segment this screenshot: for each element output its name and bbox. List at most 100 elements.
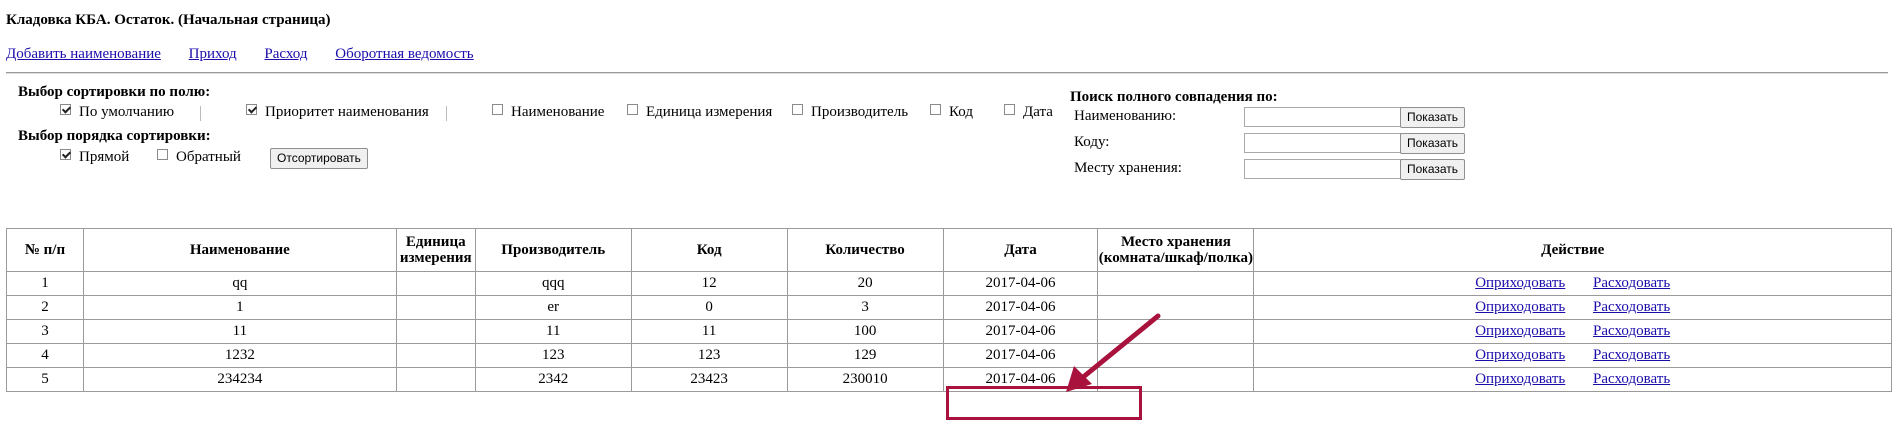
expense-link[interactable]: Расходовать (1593, 275, 1670, 291)
cell-actions: Оприходовать Расходовать (1253, 343, 1892, 368)
cell-maker: 2342 (474, 367, 632, 392)
sort-date-checkbox[interactable] (1004, 104, 1015, 115)
sort-reverse-label: Обратный (176, 149, 241, 165)
sort-button[interactable]: Отсортировать (270, 148, 368, 169)
search-place-input[interactable] (1244, 159, 1416, 179)
cell-date: 2017-04-06 (942, 343, 1099, 368)
table-row: 3 11 11 11 100 2017-04-06 Оприходовать Р… (6, 319, 1892, 344)
search-place-show-button[interactable]: Показать (1400, 159, 1466, 180)
cell-maker: 123 (474, 343, 632, 368)
sort-option-maker[interactable]: Производитель (792, 104, 908, 121)
sort-field-title: Выбор сортировки по полю: (18, 84, 211, 100)
cell-maker: 11 (474, 319, 632, 344)
cell-date: 2017-04-06 (942, 271, 1099, 296)
cell-code: 0 (630, 295, 788, 320)
sort-option-default[interactable]: По умолчанию (60, 104, 174, 121)
search-code-input[interactable] (1244, 133, 1416, 153)
sort-maker-checkbox[interactable] (792, 104, 803, 115)
search-place-label: Месту хранения: (1074, 160, 1182, 176)
cell-unit (395, 367, 476, 392)
cell-place (1097, 343, 1255, 368)
cell-place (1097, 295, 1255, 320)
sort-order-title: Выбор порядка сортировки: (18, 128, 211, 144)
sort-option-name-priority[interactable]: Приоритет наименования (246, 104, 429, 121)
sort-option-name[interactable]: Наименование (492, 104, 604, 121)
sort-name-priority-checkbox[interactable] (246, 104, 257, 115)
cell-number: 4 (6, 343, 84, 368)
sort-order-forward[interactable]: Прямой (60, 149, 129, 166)
income-link[interactable]: Оприходовать (1475, 299, 1565, 315)
cell-quantity: 3 (786, 295, 944, 320)
header-action: Действие (1253, 228, 1892, 272)
table-row: 5 234234 2342 23423 230010 2017-04-06 Оп… (6, 367, 1892, 392)
sort-forward-label: Прямой (79, 149, 130, 165)
income-link[interactable]: Оприходовать (1475, 371, 1565, 387)
cell-number: 5 (6, 367, 84, 392)
cell-number: 2 (6, 295, 84, 320)
page-title: Кладовка КБА. Остаток. (Начальная страни… (6, 12, 331, 28)
header-unit: Единица измерения (395, 228, 476, 272)
search-title: Поиск полного совпадения по: (1070, 89, 1278, 105)
table-row: 1 qq qqq 12 20 2017-04-06 Оприходовать Р… (6, 271, 1892, 296)
cell-name: 1 (82, 295, 397, 320)
expense-link[interactable]: Расходовать (1593, 323, 1670, 339)
cell-unit (395, 271, 476, 296)
income-link[interactable]: Оприходовать (1475, 275, 1565, 291)
cell-place (1097, 271, 1255, 296)
sort-default-label: По умолчанию (79, 104, 175, 120)
nav-income-link[interactable]: Приход (189, 46, 237, 62)
nav-bar: Добавить наименование Приход Расход Обор… (6, 46, 498, 63)
cell-name: qq (82, 271, 397, 296)
sort-option-unit[interactable]: Единица измерения (627, 104, 772, 121)
separator (446, 106, 447, 121)
header-place: Место хранения (комната/шкаф/полка) (1097, 228, 1255, 272)
nav-turnover-link[interactable]: Оборотная ведомость (335, 46, 473, 62)
sort-reverse-checkbox[interactable] (157, 149, 168, 160)
sort-date-label: Дата (1023, 104, 1053, 120)
search-name-label: Наименованию: (1074, 108, 1177, 124)
cell-unit (395, 343, 476, 368)
expense-link[interactable]: Расходовать (1593, 299, 1670, 315)
sort-code-label: Код (949, 104, 973, 120)
sort-option-date[interactable]: Дата (1004, 104, 1053, 121)
cell-number: 1 (6, 271, 84, 296)
sort-option-code[interactable]: Код (930, 104, 973, 121)
nav-add-item-link[interactable]: Добавить наименование (6, 46, 161, 62)
cell-date: 2017-04-06 (942, 367, 1099, 392)
cell-date: 2017-04-06 (942, 319, 1099, 344)
header-quantity: Количество (786, 228, 944, 272)
expense-link[interactable]: Расходовать (1593, 371, 1670, 387)
cell-number: 3 (6, 319, 84, 344)
cell-quantity: 100 (786, 319, 944, 344)
cell-name: 234234 (82, 367, 397, 392)
divider (6, 72, 1888, 74)
cell-code: 11 (630, 319, 788, 344)
stock-table: № п/п Наименование Единица измерения Про… (6, 228, 1892, 392)
sort-code-checkbox[interactable] (930, 104, 941, 115)
sort-forward-checkbox[interactable] (60, 149, 71, 160)
income-link[interactable]: Оприходовать (1475, 323, 1565, 339)
sort-default-checkbox[interactable] (60, 104, 71, 115)
nav-expense-link[interactable]: Расход (264, 46, 307, 62)
search-name-input[interactable] (1244, 107, 1416, 127)
cell-code: 23423 (630, 367, 788, 392)
cell-code: 12 (630, 271, 788, 296)
cell-quantity: 230010 (786, 367, 944, 392)
search-code-show-button[interactable]: Показать (1400, 133, 1466, 154)
cell-actions: Оприходовать Расходовать (1253, 295, 1892, 320)
header-maker: Производитель (474, 228, 632, 272)
sort-unit-checkbox[interactable] (627, 104, 638, 115)
cell-name: 11 (82, 319, 397, 344)
cell-maker: er (474, 295, 632, 320)
sort-order-reverse[interactable]: Обратный (157, 149, 241, 166)
sort-maker-label: Производитель (811, 104, 909, 120)
income-link[interactable]: Оприходовать (1475, 347, 1565, 363)
cell-actions: Оприходовать Расходовать (1253, 367, 1892, 392)
search-code-label: Коду: (1074, 134, 1110, 150)
sort-name-checkbox[interactable] (492, 104, 503, 115)
header-date: Дата (942, 228, 1099, 272)
cell-quantity: 20 (786, 271, 944, 296)
cell-place (1097, 367, 1255, 392)
expense-link[interactable]: Расходовать (1593, 347, 1670, 363)
search-name-show-button[interactable]: Показать (1400, 107, 1466, 128)
